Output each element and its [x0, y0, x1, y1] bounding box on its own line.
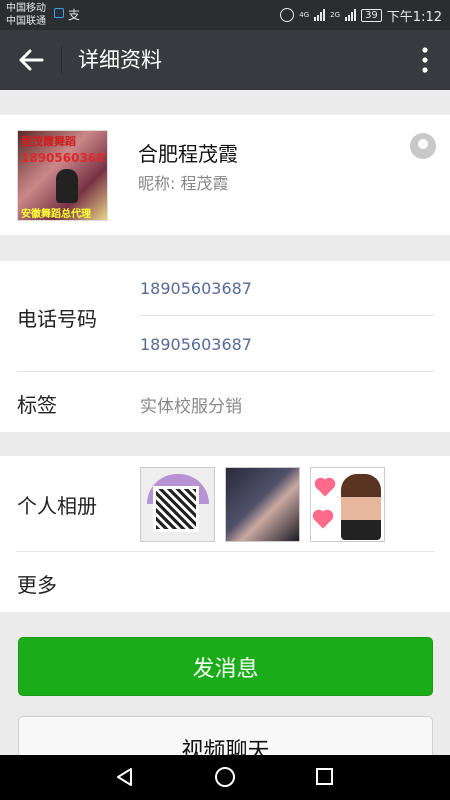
phone-label: 电话号码	[17, 307, 97, 331]
tag-value[interactable]: 实体校服分销	[140, 392, 242, 417]
avatar-text-top: 程茂霞舞蹈	[21, 135, 76, 148]
album-label[interactable]: 个人相册	[17, 490, 97, 519]
nav-back-icon[interactable]	[116, 768, 134, 786]
carrier-1: 中国移动	[6, 3, 46, 14]
more-row[interactable]: 更多	[17, 569, 57, 598]
album-photo-2[interactable]	[225, 467, 300, 542]
title-bar: 详细资料	[0, 30, 450, 90]
network-type-1: 4G	[299, 11, 310, 19]
divider	[17, 371, 435, 372]
phone-number-1[interactable]: 18905603687	[140, 279, 252, 298]
divider	[17, 551, 435, 552]
more-options-icon[interactable]	[420, 46, 430, 74]
avatar-text-phone: 18905603687	[21, 151, 108, 165]
avatar-text-bottom: 安徽舞蹈总代理	[21, 209, 91, 220]
moments-camera-icon[interactable]	[410, 133, 436, 159]
signal-icon-2	[345, 9, 357, 21]
vpn-lock-icon	[54, 8, 64, 18]
signal-icon	[314, 9, 326, 21]
send-message-button[interactable]: 发消息	[18, 637, 433, 696]
tag-label: 标签	[17, 393, 57, 417]
title-divider	[61, 46, 62, 74]
alarm-icon	[280, 8, 295, 22]
status-icons: 4G 2G 39 下午1:12	[280, 5, 442, 25]
status-bar: 中国移动 中国联通 支 4G 2G 39 下午1:12	[0, 0, 450, 30]
heart-icon	[314, 511, 332, 529]
profile-card: 程茂霞舞蹈 18905603687 安徽舞蹈总代理 合肥程茂霞 昵称: 程茂霞	[0, 115, 450, 235]
contact-name: 合肥程茂霞	[138, 142, 238, 166]
portrait-figure	[341, 474, 381, 540]
nav-recents-icon[interactable]	[316, 768, 333, 785]
alipay-icon: 支	[68, 8, 81, 22]
carrier-info: 中国移动 中国联通	[6, 2, 46, 28]
divider	[140, 315, 435, 316]
phone-number-2[interactable]: 18905603687	[140, 335, 252, 354]
album-card: 个人相册 更多	[0, 456, 450, 612]
network-type-2: 2G	[330, 11, 341, 19]
page-title: 详细资料	[78, 48, 162, 72]
contact-nickname: 昵称: 程茂霞	[138, 174, 229, 193]
battery-icon: 39	[361, 8, 382, 22]
carrier-2: 中国联通	[6, 16, 46, 27]
avatar[interactable]: 程茂霞舞蹈 18905603687 安徽舞蹈总代理	[17, 130, 108, 221]
system-nav-bar	[0, 755, 450, 800]
nav-home-icon[interactable]	[215, 767, 235, 787]
album-photo-1[interactable]	[140, 467, 215, 542]
clock: 下午1:12	[386, 9, 442, 25]
heart-icon	[316, 479, 334, 497]
back-arrow-icon[interactable]	[16, 46, 46, 74]
avatar-figure	[56, 169, 78, 203]
qr-code-image	[153, 486, 199, 532]
album-photo-3[interactable]	[310, 467, 385, 542]
contact-info-card: 电话号码 18905603687 18905603687 标签 实体校服分销	[0, 261, 450, 432]
